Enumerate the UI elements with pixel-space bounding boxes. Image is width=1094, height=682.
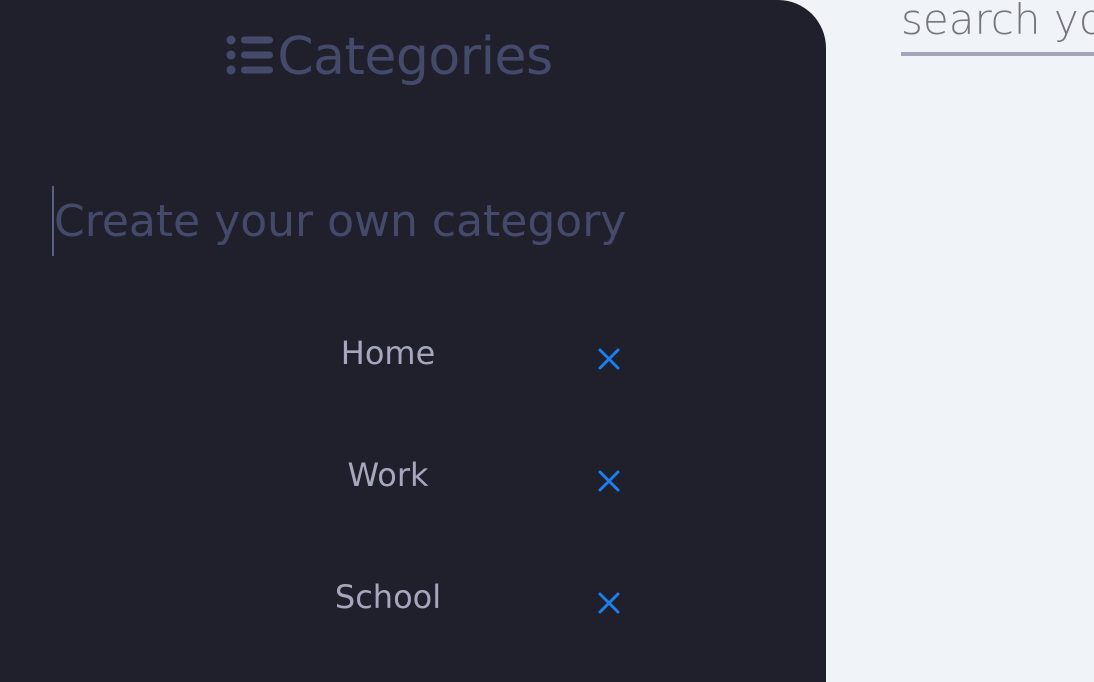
category-list: Home Work School (0, 320, 826, 682)
sidebar-header: Categories (0, 22, 778, 92)
app-window: Categories Home Work (0, 0, 1094, 682)
categories-sidebar: Categories Home Work (0, 0, 826, 682)
delete-category-button[interactable] (592, 464, 626, 498)
category-item-home: Home (0, 320, 826, 442)
category-label[interactable]: School (288, 578, 488, 616)
sidebar-title: Categories (277, 27, 553, 87)
delete-category-button[interactable] (592, 586, 626, 620)
category-label[interactable]: Home (288, 334, 488, 372)
delete-category-button[interactable] (592, 342, 626, 376)
search-area (901, 0, 1094, 60)
close-icon (598, 592, 620, 614)
category-label[interactable]: Work (288, 456, 488, 494)
create-category-input[interactable] (52, 186, 754, 256)
close-icon (598, 348, 620, 370)
category-item-work: Work (0, 442, 826, 564)
close-icon (598, 470, 620, 492)
category-item-school: School (0, 564, 826, 682)
list-icon (225, 33, 277, 81)
search-input[interactable] (901, 0, 1094, 56)
